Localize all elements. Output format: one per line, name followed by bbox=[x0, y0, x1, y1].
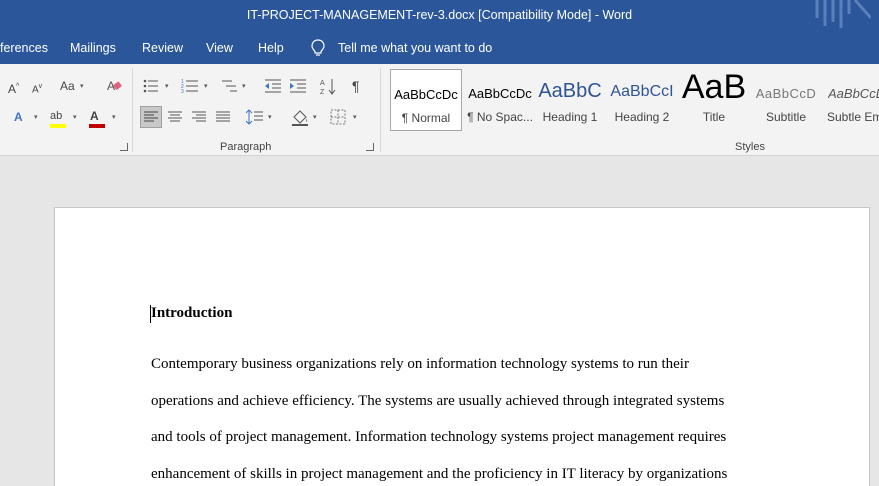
align-right-icon[interactable] bbox=[192, 110, 206, 124]
style-preview: AaBbCcDc bbox=[394, 87, 458, 102]
shading-dropdown[interactable]: ▾ bbox=[313, 113, 317, 121]
title-bar: IT-PROJECT-MANAGEMENT-rev-3.docx [Compat… bbox=[0, 0, 879, 32]
window-title: IT-PROJECT-MANAGEMENT-rev-3.docx [Compat… bbox=[246, 8, 633, 22]
borders-icon[interactable] bbox=[330, 109, 346, 125]
tab-references[interactable]: ferences bbox=[0, 41, 48, 55]
paragraph-group-label: Paragraph bbox=[220, 141, 272, 153]
style-label: Subtle Em bbox=[827, 110, 879, 124]
highlight-color-bar bbox=[50, 124, 66, 128]
svg-text:A: A bbox=[320, 80, 325, 87]
style-preview: AaBbCcDc bbox=[468, 86, 532, 101]
line-spacing-icon[interactable] bbox=[246, 109, 264, 125]
tell-me-search[interactable]: Tell me what you want to do bbox=[338, 41, 492, 55]
document-canvas[interactable]: Introduction Contemporary business organ… bbox=[0, 157, 879, 486]
style-label: Subtitle bbox=[765, 110, 807, 124]
multilevel-list-icon[interactable] bbox=[220, 78, 238, 94]
bullets-icon[interactable] bbox=[143, 78, 159, 94]
align-left-icon[interactable] bbox=[144, 110, 158, 124]
tab-mailings[interactable]: Mailings bbox=[70, 41, 116, 55]
justify-icon[interactable] bbox=[216, 110, 230, 124]
style-label: ¶ No Spac... bbox=[467, 110, 533, 124]
group-separator bbox=[132, 68, 133, 152]
ribbon-tabs: ferences Mailings Review View Help Tell … bbox=[0, 32, 879, 64]
style-preview: AaBbC bbox=[538, 80, 602, 102]
title-bar-decoration bbox=[815, 0, 871, 28]
style-preview: AaBbCcD bbox=[755, 86, 817, 101]
paragraph-dialog-launcher[interactable] bbox=[366, 143, 374, 151]
style-preview: AaB bbox=[681, 69, 747, 105]
align-center-icon[interactable] bbox=[168, 110, 182, 124]
style-subtle-emphasis[interactable]: AaBbCcDc Subtle Em bbox=[822, 69, 879, 131]
ribbon: A^ Av Aa ▾ A A ▾ ab ▾ A ▾ ▾ 123 ▾ ▾ AZ ¶ bbox=[0, 64, 879, 156]
tab-view[interactable]: View bbox=[206, 41, 233, 55]
increase-indent-icon[interactable] bbox=[289, 78, 307, 94]
highlight-icon[interactable]: ab bbox=[50, 108, 62, 124]
style-heading-2[interactable]: AaBbCcI Heading 2 bbox=[606, 69, 678, 131]
sort-icon[interactable]: AZ bbox=[320, 77, 338, 95]
style-label: Heading 2 bbox=[614, 110, 670, 124]
font-color-bar bbox=[89, 124, 105, 128]
font-dialog-launcher[interactable] bbox=[120, 143, 128, 151]
style-no-spacing[interactable]: AaBbCcDc ¶ No Spac... bbox=[464, 69, 536, 131]
paragraph-line[interactable]: Contemporary business organizations rely… bbox=[151, 356, 689, 373]
numbering-dropdown[interactable]: ▾ bbox=[204, 82, 208, 90]
lightbulb-icon[interactable] bbox=[311, 39, 325, 57]
shading-icon[interactable] bbox=[291, 108, 309, 126]
document-heading[interactable]: Introduction bbox=[151, 305, 232, 322]
style-label: Heading 1 bbox=[542, 110, 598, 124]
style-preview: AaBbCcDc bbox=[828, 86, 879, 101]
multilevel-dropdown[interactable]: ▾ bbox=[242, 82, 246, 90]
style-label: Title bbox=[702, 110, 726, 124]
grow-font-icon[interactable]: A^ bbox=[8, 79, 19, 97]
highlight-dropdown[interactable]: ▾ bbox=[73, 113, 77, 121]
style-label: ¶ Normal bbox=[401, 111, 451, 125]
style-title[interactable]: AaB Title bbox=[678, 69, 750, 131]
style-normal[interactable]: AaBbCcDc ¶ Normal bbox=[390, 69, 462, 131]
change-case-dropdown[interactable]: ▾ bbox=[80, 82, 84, 90]
svg-text:3: 3 bbox=[181, 89, 184, 94]
paragraph-line[interactable]: operations and achieve efficiency. The s… bbox=[151, 393, 724, 410]
text-effects-dropdown[interactable]: ▾ bbox=[34, 113, 38, 121]
clear-formatting-icon[interactable]: A bbox=[106, 78, 122, 94]
paragraph-line[interactable]: and tools of project management. Informa… bbox=[151, 429, 726, 446]
style-preview: AaBbCcI bbox=[610, 83, 674, 100]
text-effects-icon[interactable]: A bbox=[14, 109, 23, 125]
styles-group-label: Styles bbox=[735, 141, 765, 153]
bullets-dropdown[interactable]: ▾ bbox=[165, 82, 169, 90]
change-case-icon[interactable]: Aa bbox=[60, 78, 75, 94]
style-subtitle[interactable]: AaBbCcD Subtitle bbox=[750, 69, 822, 131]
paragraph-line[interactable]: enhancement of skills in project managem… bbox=[151, 466, 727, 483]
borders-dropdown[interactable]: ▾ bbox=[353, 113, 357, 121]
document-page[interactable]: Introduction Contemporary business organ… bbox=[54, 207, 870, 486]
font-color-icon[interactable]: A bbox=[90, 108, 99, 124]
tab-review[interactable]: Review bbox=[142, 41, 183, 55]
style-heading-1[interactable]: AaBbC Heading 1 bbox=[534, 69, 606, 131]
line-spacing-dropdown[interactable]: ▾ bbox=[268, 113, 272, 121]
shrink-font-icon[interactable]: Av bbox=[32, 79, 42, 98]
show-formatting-marks-icon[interactable]: ¶ bbox=[352, 78, 360, 94]
decrease-indent-icon[interactable] bbox=[264, 78, 282, 94]
numbering-icon[interactable]: 123 bbox=[181, 78, 199, 94]
svg-text:Z: Z bbox=[320, 89, 325, 95]
font-color-dropdown[interactable]: ▾ bbox=[112, 113, 116, 121]
group-separator bbox=[380, 68, 381, 152]
styles-gallery: AaBbCcDc ¶ Normal AaBbCcDc ¶ No Spac... … bbox=[388, 69, 879, 131]
tab-help[interactable]: Help bbox=[258, 41, 284, 55]
